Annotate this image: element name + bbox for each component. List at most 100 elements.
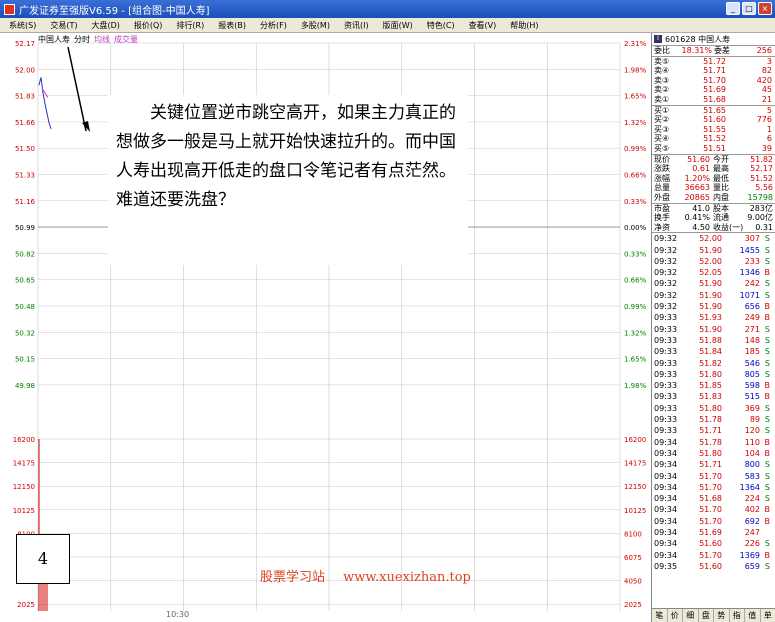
tick-time: 09:33 xyxy=(654,335,678,345)
tick-row: 09:34 51.80 104 B xyxy=(652,448,775,459)
webi-label: 委比 xyxy=(654,46,670,55)
tick-row: 09:32 51.90 1071 S xyxy=(652,290,775,301)
tick-price: 51.90 xyxy=(699,290,722,300)
menu-item-9[interactable]: 版面(W) xyxy=(376,20,420,31)
menu-item-11[interactable]: 查看(V) xyxy=(462,20,504,31)
menu-item-6[interactable]: 分析(F) xyxy=(253,20,294,31)
tick-side: B xyxy=(764,505,771,515)
tick-price: 51.90 xyxy=(699,302,722,312)
stat-value: 36663 xyxy=(684,183,710,193)
tick-time: 09:34 xyxy=(654,471,678,481)
tick-list[interactable]: 09:32 52.00 307 S 09:32 51.90 1455 S 09:32 52.00 2… xyxy=(652,233,775,572)
tick-side: S xyxy=(764,561,770,571)
stat-row: 外盘 20865 内盘 15798 xyxy=(652,193,775,203)
pct-tick-label: 1.65% xyxy=(624,93,647,101)
tick-volume: 659 xyxy=(744,561,760,571)
tick-price: 51.70 xyxy=(699,550,722,560)
tick-price: 51.70 xyxy=(699,482,722,492)
menu-item-8[interactable]: 资讯(I) xyxy=(337,20,376,31)
panel-tab-3[interactable]: 盘 xyxy=(699,609,714,622)
fund-row: 换手 0.41% 流通 9.00亿 xyxy=(652,213,775,223)
menu-item-1[interactable]: 交易(T) xyxy=(43,20,84,31)
pct-tick-label: 0.99% xyxy=(624,303,647,311)
tick-side: S xyxy=(764,324,770,334)
tick-row: 09:34 51.60 226 S xyxy=(652,538,775,549)
panel-tab-1[interactable]: 价 xyxy=(668,609,683,622)
chart-mode-label[interactable]: 分时 xyxy=(74,34,90,45)
pct-tick-label: 0.66% xyxy=(624,172,647,180)
tick-price: 51.68 xyxy=(699,494,722,504)
panel-tab-5[interactable]: 指 xyxy=(730,609,745,622)
ask-price: 51.69 xyxy=(703,85,726,95)
price-tick-label: 49.98 xyxy=(15,382,35,390)
tick-time: 09:34 xyxy=(654,482,678,492)
window-titlebar: 广发证券至强版V6.59 - [组合图-中国人寿] _ □ × xyxy=(0,0,775,18)
menu-item-3[interactable]: 报价(Q) xyxy=(127,20,170,31)
tick-side: B xyxy=(764,313,771,323)
tick-side: S xyxy=(764,245,770,255)
bid-vol: 1 xyxy=(766,124,772,134)
panel-tab-0[interactable]: 笔 xyxy=(652,609,668,622)
panel-tab-2[interactable]: 细 xyxy=(683,609,699,622)
tick-price: 51.78 xyxy=(699,437,722,447)
annotation-text: 关键位置逆市跳空高开，如果主力真正的想做多一般是马上就开始快速拉升的。而中国人寿… xyxy=(108,95,468,265)
bid-price: 51.60 xyxy=(703,115,726,125)
tick-row: 09:32 51.90 1455 S xyxy=(652,245,775,256)
minimize-button[interactable]: _ xyxy=(726,2,740,15)
menu-item-10[interactable]: 特色(C) xyxy=(420,20,462,31)
tick-side: S xyxy=(764,426,770,436)
tick-time: 09:32 xyxy=(654,290,678,300)
panel-tab-7[interactable]: 单 xyxy=(761,609,775,622)
tick-time: 09:34 xyxy=(654,516,678,526)
arrow-line xyxy=(67,46,87,132)
tick-time: 09:32 xyxy=(654,234,678,244)
vol-tick-label-right: 6075 xyxy=(624,554,642,562)
menu-bar: 系统(S) 交易(T) 大盘(D) 报价(Q) 排行(R) 报表(B) 分析(F) 多股(M)… xyxy=(0,18,775,33)
bid-row: 买④ 51.52 6 xyxy=(652,134,775,144)
stat-label: 量比 xyxy=(713,183,729,193)
tick-volume: 185 xyxy=(744,347,760,357)
bid-levels: 买① 51.65 5 买② 51.60 776 买③ 51.55 1 买④ 51.52 6 买⑤ 51.5… xyxy=(652,106,775,154)
menu-item-7[interactable]: 多股(M) xyxy=(294,20,337,31)
panel-tab-4[interactable]: 势 xyxy=(714,609,730,622)
tick-row: 09:34 51.70 692 B xyxy=(652,516,775,527)
tick-side: S xyxy=(764,471,770,481)
stat-value: 0.61 xyxy=(692,164,710,174)
tick-side: B xyxy=(764,550,771,560)
ask-label: 卖① xyxy=(654,94,670,104)
bid-row: 买⑤ 51.51 39 xyxy=(652,144,775,154)
close-button[interactable]: × xyxy=(758,2,772,15)
pct-tick-label: 0.99% xyxy=(624,145,647,153)
stat-label: 最低 xyxy=(713,173,729,183)
fund-label: 收益(一) xyxy=(713,222,744,232)
vol-tick-label-right: 12150 xyxy=(624,483,646,491)
chart-avg-label: 均线 xyxy=(94,35,110,44)
tick-price: 51.83 xyxy=(699,392,722,402)
menu-item-2[interactable]: 大盘(D) xyxy=(84,20,126,31)
bid-label: 买④ xyxy=(654,134,670,144)
ask-label: 卖② xyxy=(654,85,670,95)
tick-time: 09:34 xyxy=(654,550,678,560)
stat-row: 现价 51.60 今开 51.82 xyxy=(652,155,775,165)
panel-tab-6[interactable]: 值 xyxy=(745,609,761,622)
tick-time: 09:32 xyxy=(654,256,678,266)
maximize-button[interactable]: □ xyxy=(742,2,756,15)
ask-levels: 卖⑤ 51.72 3 卖④ 51.71 82 卖③ 51.70 420 卖② 51.69 45 卖① 51… xyxy=(652,57,775,105)
fund-row: 市盈 41.0 股本 283亿 xyxy=(652,204,775,214)
fundamentals-block: 市盈 41.0 股本 283亿 换手 0.41% 流通 9.00亿 净资 4.50 收益(一) 0.3… xyxy=(652,204,775,233)
menu-item-5[interactable]: 报表(B) xyxy=(211,20,253,31)
tick-row: 09:34 51.70 402 B xyxy=(652,504,775,515)
tick-time: 09:33 xyxy=(654,426,678,436)
tick-price: 51.82 xyxy=(699,358,722,368)
price-tick-label: 51.16 xyxy=(15,198,36,206)
tick-time: 09:34 xyxy=(654,494,678,504)
fund-label: 市盈 xyxy=(654,203,670,213)
menu-item-0[interactable]: 系统(S) xyxy=(2,20,43,31)
tick-time: 09:34 xyxy=(654,528,678,537)
quote-title: I 601628 中国人寿 xyxy=(652,33,775,46)
price-tick-label: 50.15 xyxy=(15,356,35,364)
tick-time: 09:34 xyxy=(654,437,678,447)
menu-item-12[interactable]: 帮助(H) xyxy=(503,20,545,31)
menu-item-4[interactable]: 排行(R) xyxy=(169,20,211,31)
tick-row: 09:34 51.68 224 S xyxy=(652,493,775,504)
